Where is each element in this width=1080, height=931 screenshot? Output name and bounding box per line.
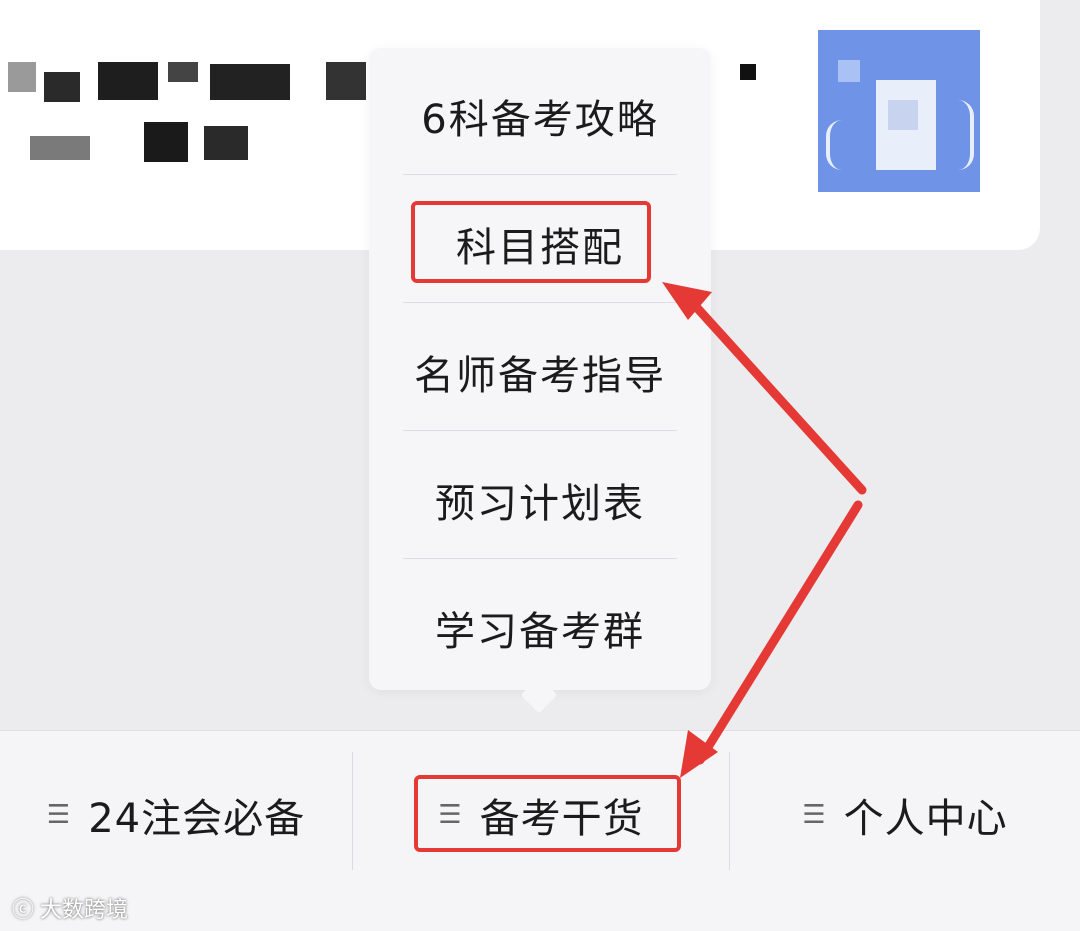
menu-item-strategy[interactable]: 6科备考攻略 bbox=[403, 52, 677, 180]
arrow-line-down bbox=[695, 500, 863, 765]
menu-divider bbox=[403, 174, 677, 175]
watermark-text: 大数跨境 bbox=[40, 898, 129, 923]
highlight-box-subject-pairing bbox=[411, 201, 651, 283]
menu-divider bbox=[403, 302, 677, 303]
menu-item-label: 预习计划表 bbox=[435, 481, 645, 527]
menu-item-study-plan[interactable]: 预习计划表 bbox=[403, 436, 677, 564]
menu-icon: ☰ bbox=[802, 800, 826, 830]
tab-label: 个人中心 bbox=[843, 796, 1008, 842]
tab-cpa-essentials[interactable]: ☰ 24注会必备 bbox=[0, 730, 352, 900]
menu-divider bbox=[403, 558, 677, 559]
menu-item-label: 名师备考指导 bbox=[414, 353, 666, 399]
menu-item-label: 6科备考攻略 bbox=[421, 97, 659, 143]
menu-icon: ☰ bbox=[46, 800, 71, 830]
avatar bbox=[818, 30, 980, 192]
pixelated-mark bbox=[740, 64, 756, 80]
tab-label: 24注会必备 bbox=[88, 796, 306, 842]
menu-divider bbox=[403, 430, 677, 431]
highlight-box-exam-materials bbox=[414, 775, 681, 852]
tab-personal-center[interactable]: ☰ 个人中心 bbox=[730, 730, 1080, 900]
watermark: ⓒ 大数跨境 bbox=[12, 892, 128, 924]
dropdown-menu: 6科备考攻略 科目搭配 名师备考指导 预习计划表 学习备考群 bbox=[369, 48, 711, 690]
arrow-line-up bbox=[685, 295, 867, 495]
menu-item-study-group[interactable]: 学习备考群 bbox=[403, 564, 677, 692]
pixelated-text-line-2 bbox=[8, 122, 268, 162]
menu-item-label: 学习备考群 bbox=[435, 609, 645, 655]
pixelated-text-line-1 bbox=[8, 62, 368, 102]
watermark-logo-icon: ⓒ bbox=[12, 898, 35, 923]
menu-item-teacher-guidance[interactable]: 名师备考指导 bbox=[403, 308, 677, 436]
